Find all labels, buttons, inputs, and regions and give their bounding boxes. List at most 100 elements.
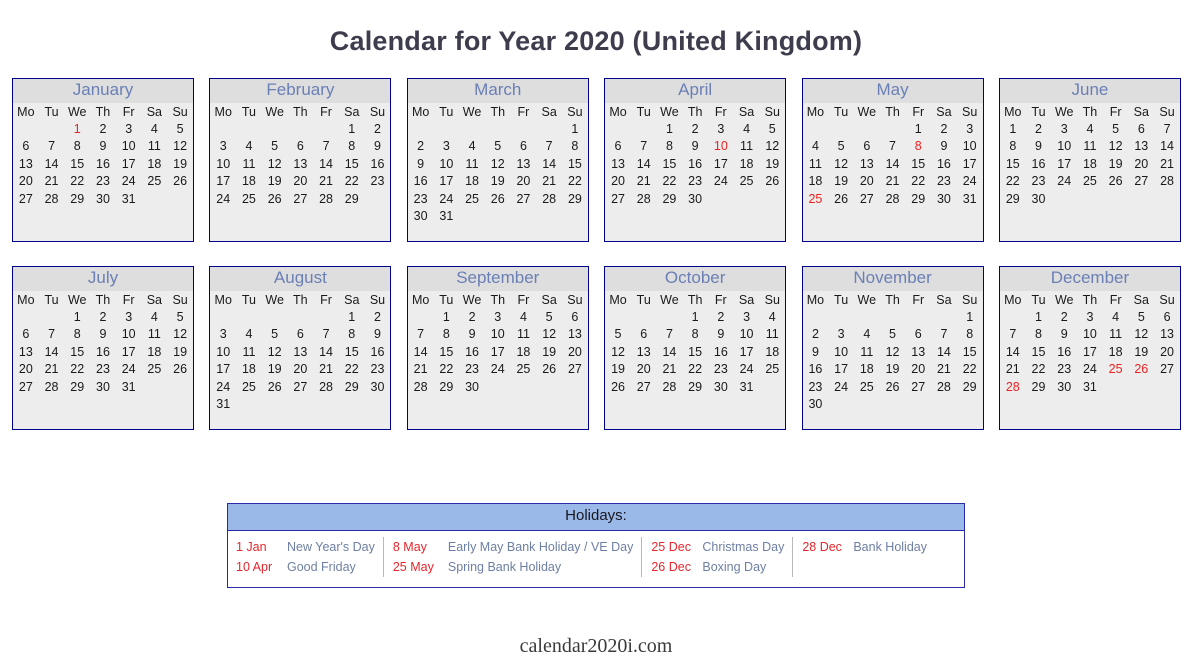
day-cell[interactable]: 15: [64, 343, 90, 360]
day-cell[interactable]: 27: [288, 190, 314, 207]
day-cell[interactable]: 8: [1000, 137, 1026, 154]
day-cell[interactable]: 25: [236, 378, 262, 395]
day-cell[interactable]: 14: [1000, 343, 1026, 360]
day-cell[interactable]: 17: [433, 172, 459, 189]
day-cell[interactable]: 3: [734, 308, 760, 325]
day-cell[interactable]: 1: [339, 308, 365, 325]
day-cell[interactable]: 19: [262, 172, 288, 189]
day-cell[interactable]: 24: [116, 360, 142, 377]
day-cell[interactable]: 30: [803, 395, 829, 412]
day-cell[interactable]: 16: [365, 343, 391, 360]
day-cell[interactable]: 20: [905, 360, 931, 377]
day-cell[interactable]: 15: [433, 343, 459, 360]
day-cell[interactable]: 7: [880, 137, 906, 154]
day-cell[interactable]: 28: [931, 378, 957, 395]
day-cell[interactable]: 5: [828, 137, 854, 154]
day-cell[interactable]: 24: [708, 172, 734, 189]
day-cell[interactable]: 16: [408, 172, 434, 189]
day-cell[interactable]: 30: [459, 378, 485, 395]
day-cell[interactable]: 11: [734, 137, 760, 154]
day-cell[interactable]: 16: [90, 343, 116, 360]
day-cell[interactable]: 29: [1026, 378, 1052, 395]
day-cell[interactable]: 10: [957, 137, 983, 154]
day-cell[interactable]: 24: [1077, 360, 1103, 377]
day-cell[interactable]: 25: [459, 190, 485, 207]
day-cell[interactable]: 5: [1128, 308, 1154, 325]
day-cell[interactable]: 12: [828, 155, 854, 172]
day-cell[interactable]: 24: [433, 190, 459, 207]
day-cell[interactable]: 4: [759, 308, 785, 325]
day-cell[interactable]: 25: [236, 190, 262, 207]
day-cell[interactable]: 3: [210, 325, 236, 342]
day-cell[interactable]: 27: [511, 190, 537, 207]
day-cell[interactable]: 18: [1077, 155, 1103, 172]
day-cell[interactable]: 25: [734, 172, 760, 189]
day-cell[interactable]: 3: [116, 308, 142, 325]
day-cell[interactable]: 14: [313, 343, 339, 360]
day-cell[interactable]: 7: [631, 137, 657, 154]
day-cell[interactable]: 1: [1000, 120, 1026, 137]
day-cell[interactable]: 3: [1077, 308, 1103, 325]
day-cell[interactable]: 1: [905, 120, 931, 137]
day-cell[interactable]: 19: [485, 172, 511, 189]
day-cell[interactable]: 30: [365, 378, 391, 395]
day-cell[interactable]: 10: [210, 343, 236, 360]
day-cell[interactable]: 16: [708, 343, 734, 360]
day-cell[interactable]: 9: [365, 137, 391, 154]
day-cell[interactable]: 17: [485, 343, 511, 360]
day-cell[interactable]: 7: [313, 137, 339, 154]
day-cell[interactable]: 6: [854, 137, 880, 154]
day-cell[interactable]: 8: [339, 137, 365, 154]
day-cell[interactable]: 15: [1026, 343, 1052, 360]
day-cell[interactable]: 29: [64, 378, 90, 395]
day-cell[interactable]: 5: [262, 325, 288, 342]
day-cell[interactable]: 22: [1026, 360, 1052, 377]
day-cell[interactable]: 22: [682, 360, 708, 377]
day-cell-holiday[interactable]: 25: [803, 190, 829, 207]
day-cell[interactable]: 16: [90, 155, 116, 172]
day-cell[interactable]: 15: [957, 343, 983, 360]
day-cell[interactable]: 20: [1128, 155, 1154, 172]
day-cell[interactable]: 6: [288, 325, 314, 342]
day-cell[interactable]: 18: [734, 155, 760, 172]
day-cell[interactable]: 10: [210, 155, 236, 172]
day-cell[interactable]: 5: [262, 137, 288, 154]
day-cell[interactable]: 26: [167, 172, 193, 189]
day-cell[interactable]: 26: [880, 378, 906, 395]
day-cell[interactable]: 29: [339, 190, 365, 207]
day-cell[interactable]: 19: [262, 360, 288, 377]
day-cell[interactable]: 23: [365, 360, 391, 377]
day-cell[interactable]: 9: [408, 155, 434, 172]
day-cell[interactable]: 2: [408, 137, 434, 154]
day-cell[interactable]: 27: [631, 378, 657, 395]
day-cell[interactable]: 5: [536, 308, 562, 325]
day-cell[interactable]: 21: [657, 360, 683, 377]
day-cell[interactable]: 18: [803, 172, 829, 189]
day-cell[interactable]: 8: [339, 325, 365, 342]
day-cell[interactable]: 10: [433, 155, 459, 172]
day-cell[interactable]: 26: [262, 190, 288, 207]
day-cell[interactable]: 26: [262, 378, 288, 395]
day-cell[interactable]: 24: [116, 172, 142, 189]
day-cell[interactable]: 11: [1077, 137, 1103, 154]
day-cell[interactable]: 13: [631, 343, 657, 360]
day-cell[interactable]: 3: [210, 137, 236, 154]
day-cell[interactable]: 23: [708, 360, 734, 377]
day-cell[interactable]: 30: [1051, 378, 1077, 395]
day-cell[interactable]: 19: [828, 172, 854, 189]
day-cell[interactable]: 2: [90, 120, 116, 137]
day-cell[interactable]: 18: [142, 343, 168, 360]
day-cell[interactable]: 14: [631, 155, 657, 172]
day-cell[interactable]: 4: [511, 308, 537, 325]
day-cell[interactable]: 26: [828, 190, 854, 207]
day-cell[interactable]: 22: [657, 172, 683, 189]
day-cell[interactable]: 13: [905, 343, 931, 360]
day-cell[interactable]: 13: [605, 155, 631, 172]
day-cell[interactable]: 17: [210, 172, 236, 189]
day-cell[interactable]: 1: [339, 120, 365, 137]
day-cell[interactable]: 17: [734, 343, 760, 360]
day-cell[interactable]: 13: [1128, 137, 1154, 154]
day-cell[interactable]: 5: [167, 308, 193, 325]
day-cell[interactable]: 28: [313, 190, 339, 207]
day-cell[interactable]: 19: [167, 155, 193, 172]
